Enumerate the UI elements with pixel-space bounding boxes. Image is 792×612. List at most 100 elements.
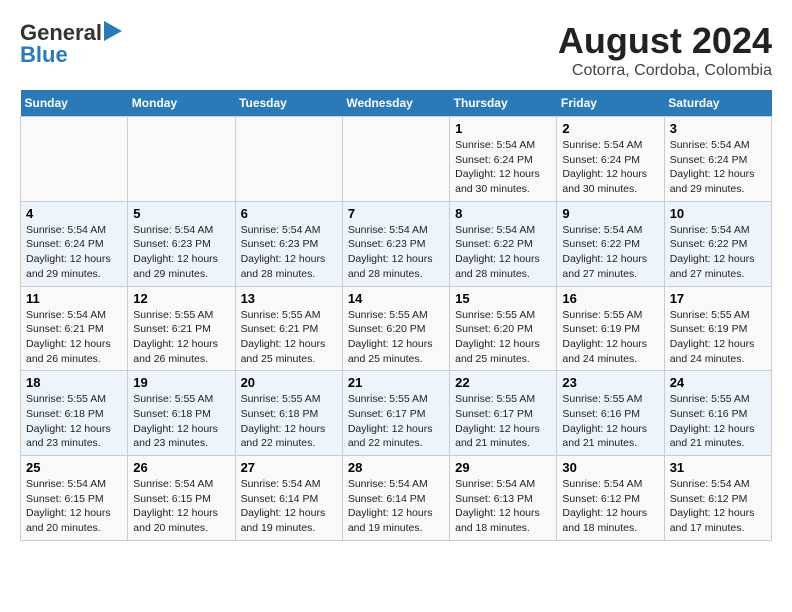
table-row: 19 Sunrise: 5:55 AMSunset: 6:18 PMDayligh… xyxy=(128,371,235,456)
day-info: Sunrise: 5:54 AMSunset: 6:24 PMDaylight:… xyxy=(455,138,551,197)
calendar-week-row: 18 Sunrise: 5:55 AMSunset: 6:18 PMDayligh… xyxy=(21,371,772,456)
day-number: 13 xyxy=(241,291,337,306)
calendar-week-row: 11 Sunrise: 5:54 AMSunset: 6:21 PMDayligh… xyxy=(21,286,772,371)
header-monday: Monday xyxy=(128,90,235,117)
table-row: 6 Sunrise: 5:54 AMSunset: 6:23 PMDaylight… xyxy=(235,201,342,286)
calendar-week-row: 1 Sunrise: 5:54 AMSunset: 6:24 PMDaylight… xyxy=(21,117,772,202)
logo-blue: Blue xyxy=(20,42,68,68)
day-info: Sunrise: 5:55 AMSunset: 6:16 PMDaylight:… xyxy=(670,392,766,451)
day-number: 7 xyxy=(348,206,444,221)
day-info: Sunrise: 5:55 AMSunset: 6:20 PMDaylight:… xyxy=(455,308,551,367)
day-number: 29 xyxy=(455,460,551,475)
calendar-title: August 2024 xyxy=(558,20,772,62)
day-info: Sunrise: 5:54 AMSunset: 6:24 PMDaylight:… xyxy=(562,138,658,197)
day-info: Sunrise: 5:54 AMSunset: 6:23 PMDaylight:… xyxy=(241,223,337,282)
day-info: Sunrise: 5:54 AMSunset: 6:23 PMDaylight:… xyxy=(133,223,229,282)
day-number: 27 xyxy=(241,460,337,475)
day-info: Sunrise: 5:55 AMSunset: 6:18 PMDaylight:… xyxy=(133,392,229,451)
table-row: 21Sunrise: 5:55 AMSunset: 6:17 PMDayligh… xyxy=(342,371,449,456)
day-info: Sunrise: 5:55 AMSunset: 6:17 PMDaylight:… xyxy=(348,392,444,451)
day-number: 18 xyxy=(26,375,122,390)
day-number: 25 xyxy=(26,460,122,475)
table-row: 16Sunrise: 5:55 AMSunset: 6:19 PMDayligh… xyxy=(557,286,664,371)
day-number: 30 xyxy=(562,460,658,475)
table-row: 9Sunrise: 5:54 AMSunset: 6:22 PMDaylight… xyxy=(557,201,664,286)
table-row: 20Sunrise: 5:55 AMSunset: 6:18 PMDayligh… xyxy=(235,371,342,456)
calendar-header: Sunday Monday Tuesday Wednesday Thursday… xyxy=(21,90,772,117)
day-info: Sunrise: 5:54 AMSunset: 6:15 PMDaylight:… xyxy=(133,477,229,536)
header-wednesday: Wednesday xyxy=(342,90,449,117)
table-row: 4 Sunrise: 5:54 AMSunset: 6:24 PMDaylight… xyxy=(21,201,128,286)
day-info: Sunrise: 5:54 AMSunset: 6:24 PMDaylight:… xyxy=(26,223,122,282)
table-row: 18Sunrise: 5:55 AMSunset: 6:18 PMDayligh… xyxy=(21,371,128,456)
day-number: 23 xyxy=(562,375,658,390)
table-row: 30Sunrise: 5:54 AMSunset: 6:12 PMDayligh… xyxy=(557,456,664,541)
day-number: 2 xyxy=(562,121,658,136)
day-number: 16 xyxy=(562,291,658,306)
day-number: 14 xyxy=(348,291,444,306)
day-number: 11 xyxy=(26,291,122,306)
day-number: 26 xyxy=(133,460,229,475)
table-row: 31 Sunrise: 5:54 AMSunset: 6:12 PMDayligh… xyxy=(664,456,771,541)
day-number: 10 xyxy=(670,206,766,221)
calendar-body: 1 Sunrise: 5:54 AMSunset: 6:24 PMDaylight… xyxy=(21,117,772,541)
logo: General Blue xyxy=(20,20,122,68)
table-row: 24 Sunrise: 5:55 AMSunset: 6:16 PMDayligh… xyxy=(664,371,771,456)
calendar-table: Sunday Monday Tuesday Wednesday Thursday… xyxy=(20,90,772,541)
day-number: 1 xyxy=(455,121,551,136)
table-row: 15Sunrise: 5:55 AMSunset: 6:20 PMDayligh… xyxy=(450,286,557,371)
day-info: Sunrise: 5:54 AMSunset: 6:15 PMDaylight:… xyxy=(26,477,122,536)
table-row: 17 Sunrise: 5:55 AMSunset: 6:19 PMDayligh… xyxy=(664,286,771,371)
day-number: 17 xyxy=(670,291,766,306)
table-row: 5 Sunrise: 5:54 AMSunset: 6:23 PMDaylight… xyxy=(128,201,235,286)
day-info: Sunrise: 5:54 AMSunset: 6:22 PMDaylight:… xyxy=(455,223,551,282)
header-thursday: Thursday xyxy=(450,90,557,117)
day-number: 24 xyxy=(670,375,766,390)
day-info: Sunrise: 5:55 AMSunset: 6:19 PMDaylight:… xyxy=(670,308,766,367)
day-info: Sunrise: 5:55 AMSunset: 6:20 PMDaylight:… xyxy=(348,308,444,367)
table-row: 29 Sunrise: 5:54 AMSunset: 6:13 PMDayligh… xyxy=(450,456,557,541)
day-number: 6 xyxy=(241,206,337,221)
calendar-week-row: 4 Sunrise: 5:54 AMSunset: 6:24 PMDaylight… xyxy=(21,201,772,286)
day-info: Sunrise: 5:55 AMSunset: 6:18 PMDaylight:… xyxy=(241,392,337,451)
day-info: Sunrise: 5:54 AMSunset: 6:22 PMDaylight:… xyxy=(670,223,766,282)
page-header: General Blue August 2024 Cotorra, Cordob… xyxy=(20,20,772,80)
day-info: Sunrise: 5:54 AMSunset: 6:13 PMDaylight:… xyxy=(455,477,551,536)
table-row: 27 Sunrise: 5:54 AMSunset: 6:14 PMDayligh… xyxy=(235,456,342,541)
title-block: August 2024 Cotorra, Cordoba, Colombia xyxy=(558,20,772,80)
calendar-week-row: 25 Sunrise: 5:54 AMSunset: 6:15 PMDayligh… xyxy=(21,456,772,541)
table-row: 10 Sunrise: 5:54 AMSunset: 6:22 PMDayligh… xyxy=(664,201,771,286)
day-number: 4 xyxy=(26,206,122,221)
table-row: 1 Sunrise: 5:54 AMSunset: 6:24 PMDaylight… xyxy=(450,117,557,202)
table-row: 12 Sunrise: 5:55 AMSunset: 6:21 PMDayligh… xyxy=(128,286,235,371)
table-row: 26 Sunrise: 5:54 AMSunset: 6:15 PMDayligh… xyxy=(128,456,235,541)
day-number: 5 xyxy=(133,206,229,221)
day-number: 19 xyxy=(133,375,229,390)
day-info: Sunrise: 5:54 AMSunset: 6:14 PMDaylight:… xyxy=(348,477,444,536)
header-tuesday: Tuesday xyxy=(235,90,342,117)
table-row xyxy=(128,117,235,202)
day-info: Sunrise: 5:55 AMSunset: 6:21 PMDaylight:… xyxy=(133,308,229,367)
header-saturday: Saturday xyxy=(664,90,771,117)
day-info: Sunrise: 5:54 AMSunset: 6:14 PMDaylight:… xyxy=(241,477,337,536)
day-number: 8 xyxy=(455,206,551,221)
day-info: Sunrise: 5:55 AMSunset: 6:17 PMDaylight:… xyxy=(455,392,551,451)
day-info: Sunrise: 5:54 AMSunset: 6:21 PMDaylight:… xyxy=(26,308,122,367)
table-row: 8 Sunrise: 5:54 AMSunset: 6:22 PMDaylight… xyxy=(450,201,557,286)
header-sunday: Sunday xyxy=(21,90,128,117)
day-number: 31 xyxy=(670,460,766,475)
day-number: 12 xyxy=(133,291,229,306)
day-info: Sunrise: 5:55 AMSunset: 6:16 PMDaylight:… xyxy=(562,392,658,451)
table-row: 25 Sunrise: 5:54 AMSunset: 6:15 PMDayligh… xyxy=(21,456,128,541)
day-number: 3 xyxy=(670,121,766,136)
header-friday: Friday xyxy=(557,90,664,117)
day-info: Sunrise: 5:54 AMSunset: 6:22 PMDaylight:… xyxy=(562,223,658,282)
table-row: 23 Sunrise: 5:55 AMSunset: 6:16 PMDayligh… xyxy=(557,371,664,456)
logo-arrow-icon xyxy=(104,21,122,46)
day-info: Sunrise: 5:55 AMSunset: 6:21 PMDaylight:… xyxy=(241,308,337,367)
table-row: 2 Sunrise: 5:54 AMSunset: 6:24 PMDaylight… xyxy=(557,117,664,202)
table-row: 22 Sunrise: 5:55 AMSunset: 6:17 PMDayligh… xyxy=(450,371,557,456)
day-info: Sunrise: 5:54 AMSunset: 6:12 PMDaylight:… xyxy=(670,477,766,536)
day-number: 28 xyxy=(348,460,444,475)
day-number: 22 xyxy=(455,375,551,390)
